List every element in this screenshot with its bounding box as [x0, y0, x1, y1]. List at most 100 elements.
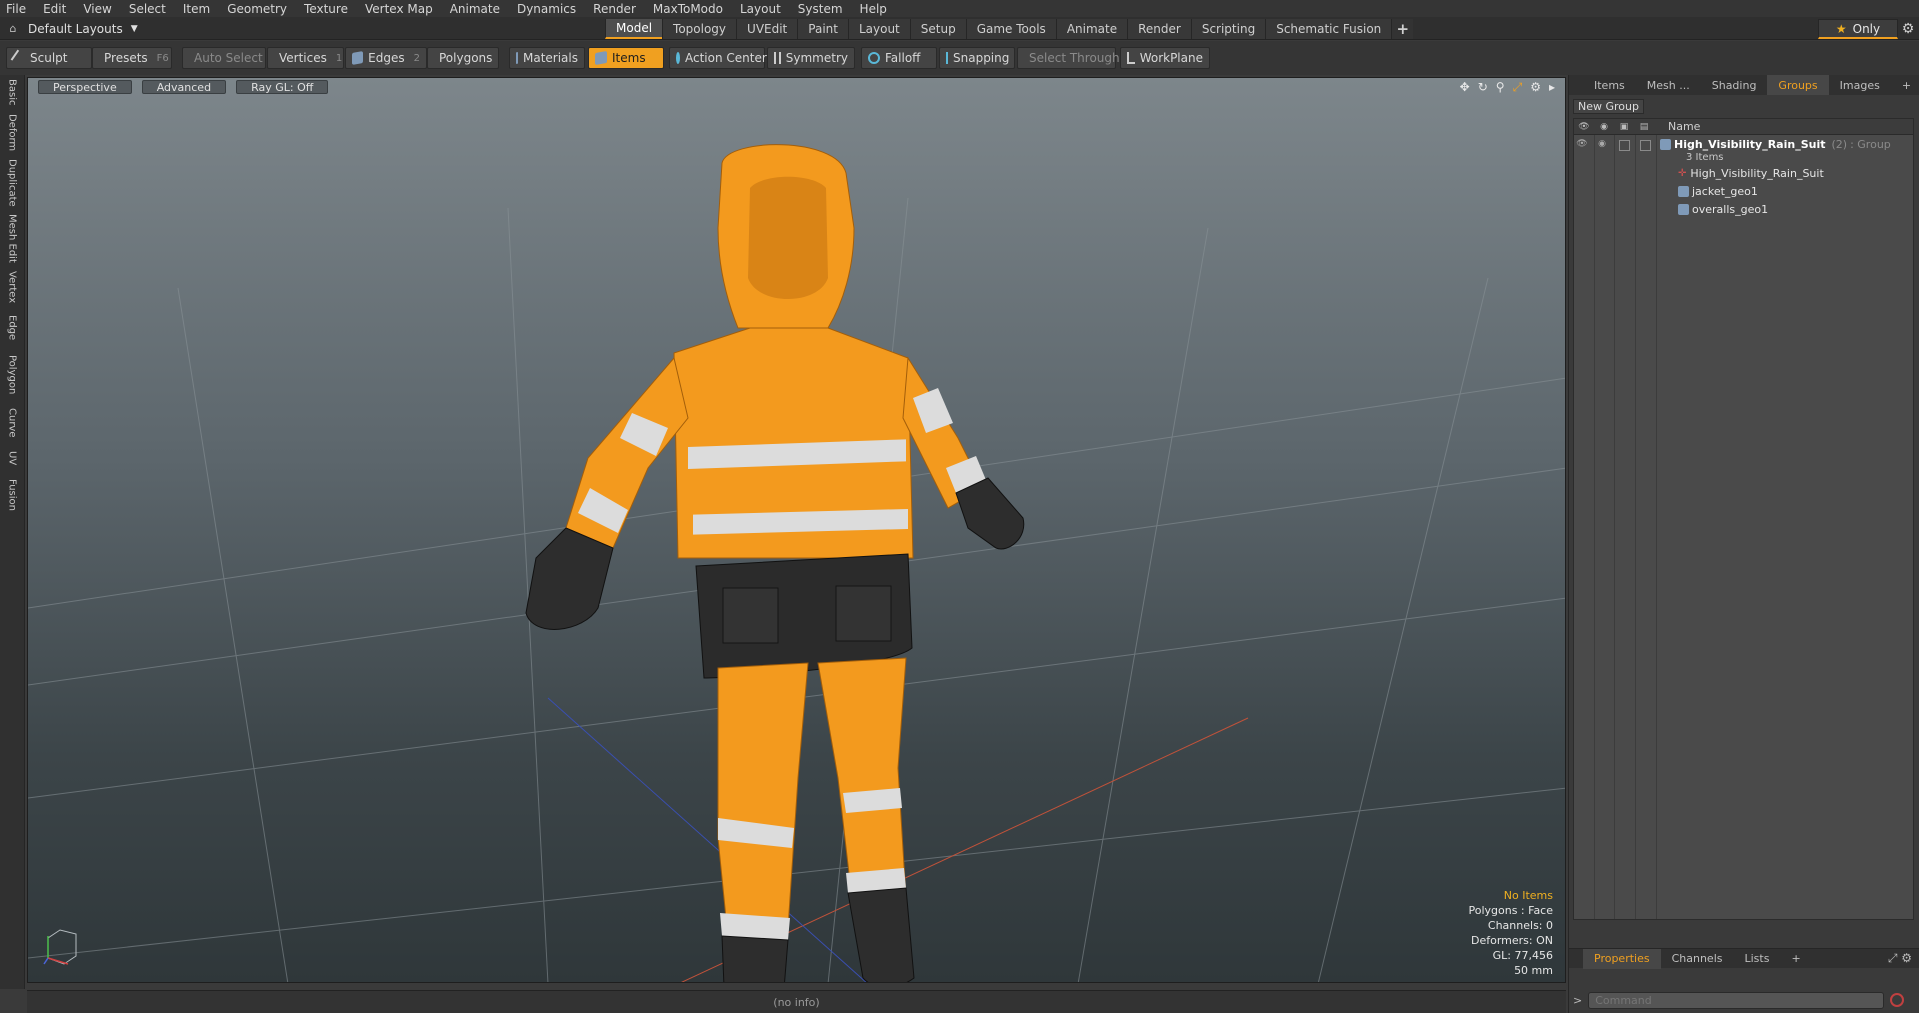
sculpt-label: Sculpt [30, 51, 68, 65]
brush-icon [10, 49, 28, 67]
tree-item-overalls[interactable]: overalls_geo1 [1678, 201, 1768, 218]
menu-item[interactable]: Item [183, 2, 210, 16]
add-tab-button[interactable]: + [1391, 19, 1414, 39]
rotate-view-icon[interactable]: ↻ [1478, 80, 1488, 95]
tree-item-jacket[interactable]: jacket_geo1 [1678, 183, 1758, 200]
rain-suit-model [525, 144, 1025, 982]
tab-items[interactable]: Items [1583, 75, 1636, 95]
menu-help[interactable]: Help [860, 2, 887, 16]
tab-model[interactable]: Model [605, 19, 663, 39]
new-group-button[interactable]: New Group [1573, 99, 1644, 114]
tab-images[interactable]: Images [1829, 75, 1891, 95]
left-tab-fusion[interactable]: Fusion [3, 475, 21, 515]
expand-properties-icon[interactable]: ⤢ ⚙ [1888, 951, 1912, 966]
menu-texture[interactable]: Texture [304, 2, 348, 16]
left-tab-uv[interactable]: UV [3, 447, 21, 469]
menu-vertex-map[interactable]: Vertex Map [365, 2, 433, 16]
menu-file[interactable]: File [6, 2, 26, 16]
workplane-button[interactable]: WorkPlane [1120, 47, 1210, 69]
gear-icon[interactable]: ⚙ [1900, 21, 1916, 37]
snapping-icon [946, 52, 948, 64]
snapping-button[interactable]: Snapping [939, 47, 1015, 69]
menu-animate[interactable]: Animate [450, 2, 500, 16]
polygons-button[interactable]: Polygons [427, 47, 499, 69]
auto-select-button[interactable]: Auto Select [182, 47, 266, 69]
tab-animate[interactable]: Animate [1055, 19, 1128, 39]
left-tab-polygon[interactable]: Polygon [3, 351, 21, 399]
raygl-button[interactable]: Ray GL: Off [236, 80, 329, 94]
tab-channels[interactable]: Channels [1661, 949, 1734, 969]
menu-edit[interactable]: Edit [43, 2, 66, 16]
left-tab-edge[interactable]: Edge [3, 311, 21, 345]
left-tab-basic[interactable]: Basic [3, 77, 21, 107]
group-render-icon[interactable]: ◉ [1596, 139, 1608, 151]
tree-item-locator[interactable]: ✛ High_Visibility_Rain_Suit [1678, 165, 1824, 182]
menu-system[interactable]: System [798, 2, 843, 16]
menu-bar: File Edit View Select Item Geometry Texture Ver… [0, 0, 1919, 17]
action-center-button[interactable]: Action Center [669, 47, 767, 69]
command-history-icon[interactable]: > [1573, 994, 1582, 1007]
falloff-button[interactable]: Falloff [861, 47, 937, 69]
tab-paint[interactable]: Paint [797, 19, 848, 39]
vertices-button[interactable]: Vertices 1 [267, 47, 344, 69]
channels-text: Channels: 0 [1487, 919, 1553, 932]
group-lock-checkbox[interactable] [1619, 140, 1630, 151]
menu-dynamics[interactable]: Dynamics [517, 2, 576, 16]
left-tab-curve[interactable]: Curve [3, 405, 21, 441]
menu-geometry[interactable]: Geometry [227, 2, 287, 16]
items-icon [595, 50, 607, 66]
only-button[interactable]: ★ Only [1818, 19, 1898, 39]
sculpt-button[interactable]: Sculpt [6, 47, 92, 69]
3d-viewport[interactable]: Perspective Advanced Ray GL: Off ✥ ↻ ⚲ ⤢… [27, 77, 1566, 983]
tab-layout[interactable]: Layout [847, 19, 910, 39]
tab-uvedit[interactable]: UVEdit [736, 19, 798, 39]
tab-mesh-[interactable]: Mesh ... [1636, 75, 1701, 95]
add-panel-tab-button[interactable]: + [1891, 75, 1919, 95]
left-tab-vertex[interactable]: Vertex [3, 269, 21, 305]
layout-icon: ⌂ [9, 22, 17, 35]
left-tab-duplicate[interactable]: Duplicate [3, 159, 21, 207]
tab-scripting[interactable]: Scripting [1190, 19, 1266, 39]
tab-properties[interactable]: Properties [1583, 948, 1661, 969]
tab-topology[interactable]: Topology [662, 19, 737, 39]
items-button[interactable]: Items [588, 47, 664, 69]
tab-render[interactable]: Render [1127, 19, 1191, 39]
menu-view[interactable]: View [83, 2, 111, 16]
falloff-icon [868, 52, 880, 64]
groups-tree: 👁 ◉ ▣ ▤ Name 👁 ◉ High_Visibility_Rain_Su… [1573, 118, 1914, 920]
move-view-icon[interactable]: ✥ [1460, 80, 1470, 95]
edges-button[interactable]: Edges 2 [345, 47, 427, 69]
add-properties-tab-button[interactable]: + [1780, 949, 1811, 969]
tab-lists[interactable]: Lists [1734, 949, 1781, 969]
mesh-icon [1678, 186, 1689, 197]
tab-schematic-fusion[interactable]: Schematic Fusion [1265, 19, 1392, 39]
tab-groups[interactable]: Groups [1767, 75, 1829, 95]
command-input[interactable] [1588, 991, 1885, 1009]
star-icon: ★ [1835, 21, 1847, 36]
advanced-button[interactable]: Advanced [141, 80, 227, 94]
perspective-button[interactable]: Perspective [38, 80, 132, 94]
menu-layout[interactable]: Layout [740, 2, 781, 16]
left-tab-deform[interactable]: Deform [3, 113, 21, 153]
materials-button[interactable]: Materials [509, 47, 585, 69]
tab-setup[interactable]: Setup [909, 19, 966, 39]
tab-game-tools[interactable]: Game Tools [965, 19, 1056, 39]
settings-icon[interactable]: ⚙ [1530, 80, 1541, 95]
stop-icon[interactable] [1890, 993, 1905, 1007]
layout-switcher[interactable]: ⌂ Default Layouts ▼ [6, 20, 138, 37]
expand-icon[interactable]: ▸ [1549, 80, 1555, 95]
symmetry-button[interactable]: Symmetry [767, 47, 855, 69]
zoom-view-icon[interactable]: ⚲ [1496, 80, 1505, 95]
menu-maxtomodo[interactable]: MaxToModo [653, 2, 723, 16]
left-tab-mesh-edit[interactable]: Mesh Edit [3, 213, 21, 263]
fit-view-icon[interactable]: ⤢ [1513, 80, 1523, 95]
select-through-button[interactable]: Select Through [1017, 47, 1120, 69]
presets-button[interactable]: Presets F6 [92, 47, 172, 69]
workplane-icon [1127, 52, 1135, 64]
menu-select[interactable]: Select [129, 2, 166, 16]
group-visibility-icon[interactable]: 👁 [1576, 139, 1588, 151]
child-name-2: overalls_geo1 [1692, 203, 1769, 216]
tab-shading[interactable]: Shading [1701, 75, 1768, 95]
group-select-checkbox[interactable] [1640, 140, 1651, 151]
menu-render[interactable]: Render [593, 2, 636, 16]
